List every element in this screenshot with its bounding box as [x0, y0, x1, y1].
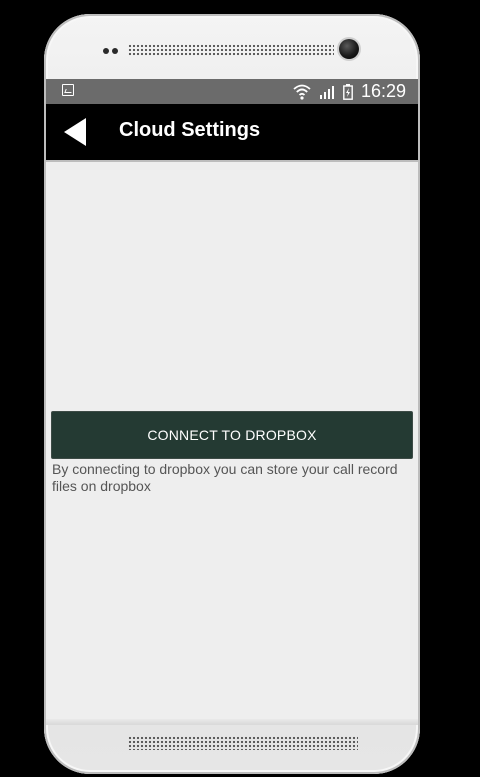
connect-description: By connecting to dropbox you can store y…	[52, 461, 398, 494]
bottom-speaker	[128, 736, 358, 750]
battery-charging-icon	[343, 83, 353, 100]
signal-icon	[319, 85, 334, 99]
status-icons: 16:29	[293, 79, 406, 104]
front-camera	[339, 39, 359, 59]
image-notification-icon	[62, 84, 74, 96]
sensor-dot	[103, 48, 109, 54]
connect-dropbox-button[interactable]: CONNECT TO DROPBOX	[51, 411, 413, 459]
earpiece-speaker	[128, 44, 334, 56]
sensor-dot	[112, 48, 118, 54]
phone-frame: 16:29 Cloud Settings CONNECT TO DROPBOX …	[44, 14, 420, 774]
status-bar: 16:29	[46, 79, 418, 104]
phone-screen: 16:29 Cloud Settings CONNECT TO DROPBOX …	[46, 79, 418, 725]
back-arrow-icon[interactable]	[64, 118, 86, 146]
screen-bottom-edge	[46, 719, 418, 725]
page-title: Cloud Settings	[119, 119, 261, 141]
wifi-icon	[293, 84, 311, 100]
app-bar: Cloud Settings	[46, 104, 418, 162]
status-time: 16:29	[360, 81, 406, 101]
